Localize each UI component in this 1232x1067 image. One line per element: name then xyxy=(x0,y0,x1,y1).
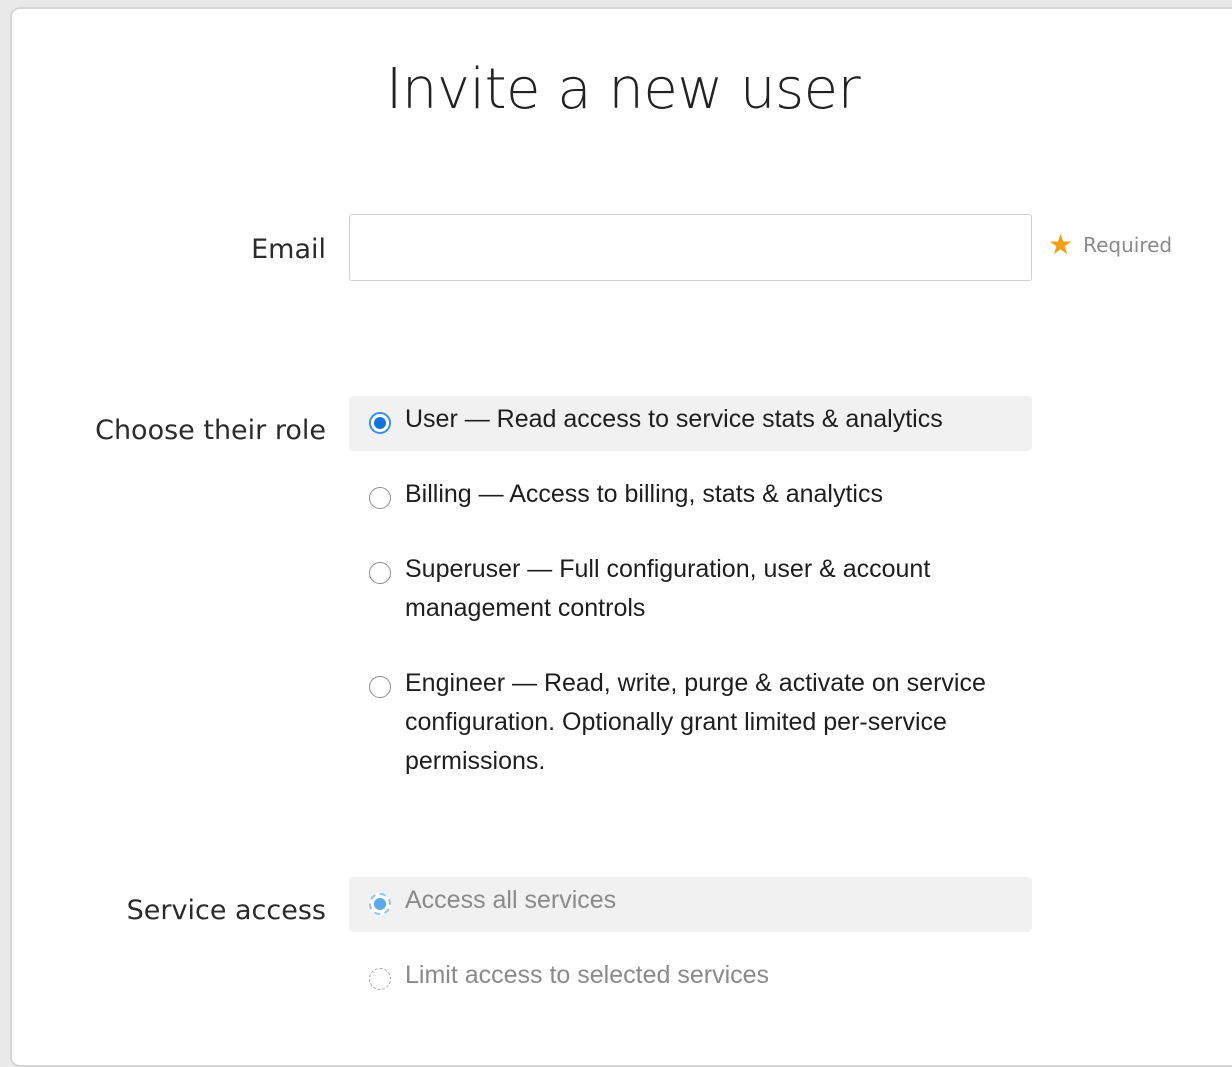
radio-engineer[interactable] xyxy=(369,676,391,698)
star-icon: ★ xyxy=(1048,228,1074,261)
role-option-user[interactable]: User — Read access to service stats & an… xyxy=(349,396,1032,451)
radio-all-services xyxy=(369,893,391,915)
email-field[interactable] xyxy=(349,214,1032,281)
service-option-limited: Limit access to selected services xyxy=(349,952,1032,1007)
required-indicator: ★ Required xyxy=(1048,231,1172,259)
role-option-billing-text: Billing — Access to billing, stats & ana… xyxy=(405,480,883,508)
service-access-label: Service access xyxy=(126,895,326,926)
service-option-all: Access all services xyxy=(349,877,1032,932)
page-title: Invite a new user xyxy=(385,57,861,122)
role-label: Choose their role xyxy=(95,415,326,446)
radio-superuser[interactable] xyxy=(369,562,391,584)
role-option-engineer-text: Engineer — Read, write, purge & activate… xyxy=(405,669,986,775)
role-option-engineer[interactable]: Engineer — Read, write, purge & activate… xyxy=(349,660,1032,793)
role-option-superuser-text: Superuser — Full configuration, user & a… xyxy=(405,555,931,622)
radio-limited-services xyxy=(369,968,391,990)
email-label: Email xyxy=(251,234,326,265)
service-option-all-text: Access all services xyxy=(405,886,617,914)
radio-user[interactable] xyxy=(369,412,391,434)
invite-user-card: Invite a new user Email ★ Required Choos… xyxy=(10,7,1232,1067)
radio-billing[interactable] xyxy=(369,487,391,509)
role-option-user-text: User — Read access to service stats & an… xyxy=(405,405,943,433)
service-option-limited-text: Limit access to selected services xyxy=(405,961,770,989)
required-label: Required xyxy=(1083,233,1173,257)
role-option-superuser[interactable]: Superuser — Full configuration, user & a… xyxy=(349,546,1032,640)
role-option-billing[interactable]: Billing — Access to billing, stats & ana… xyxy=(349,471,1032,526)
